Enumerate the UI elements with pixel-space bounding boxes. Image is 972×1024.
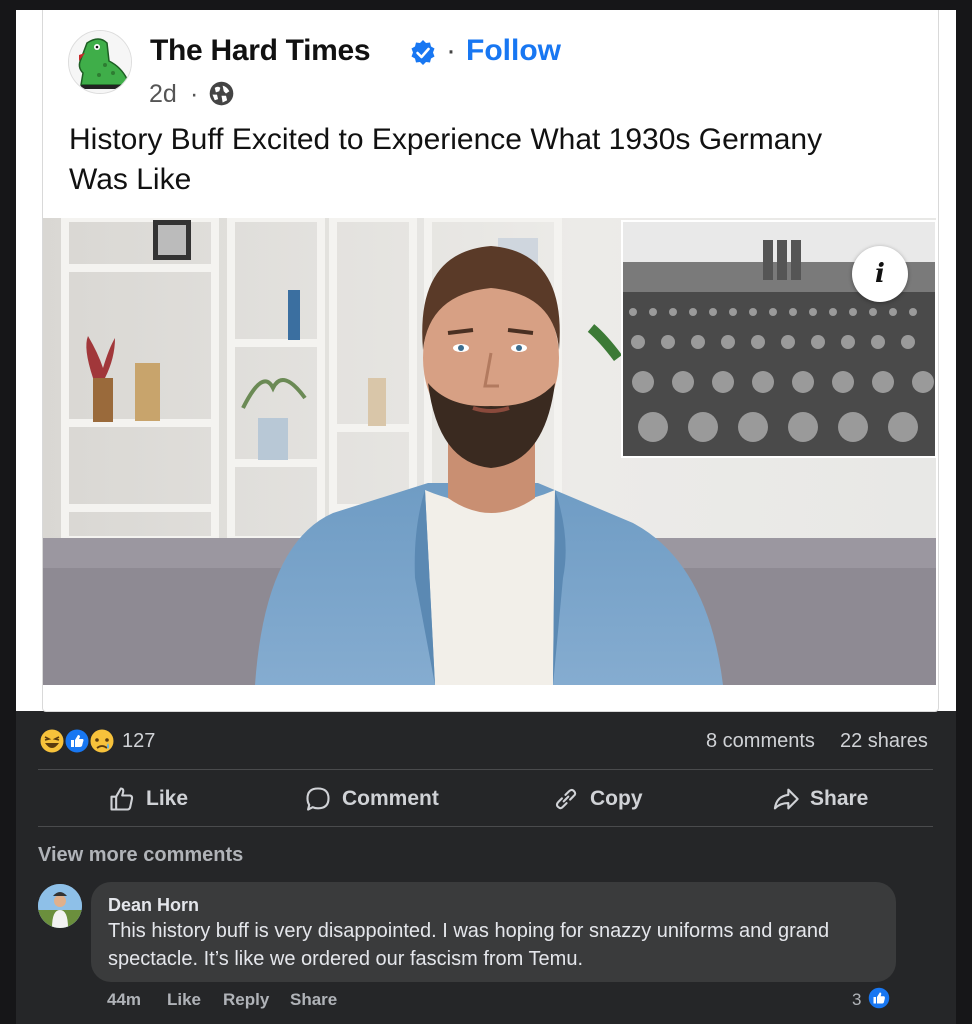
post-frame: The Hard Times · Follow 2d · History Buf…: [16, 10, 956, 1024]
comment-share-button[interactable]: Share: [290, 990, 337, 1010]
verified-badge-icon: [411, 40, 435, 65]
comment-like-button[interactable]: Like: [167, 990, 201, 1010]
separator-dot: ·: [190, 80, 199, 108]
comment-time[interactable]: 44m: [107, 990, 141, 1010]
profile-photo: [38, 884, 82, 928]
link-icon: [555, 788, 577, 810]
avatar[interactable]: [38, 884, 82, 928]
reaction-icons[interactable]: [38, 726, 130, 756]
haha-emoji-icon: [38, 727, 66, 755]
copy-button[interactable]: Copy: [552, 782, 643, 816]
divider: [38, 826, 933, 827]
post-time[interactable]: 2d: [149, 80, 177, 109]
page-name[interactable]: The Hard Times: [150, 34, 371, 68]
sad-emoji-icon: [88, 727, 116, 755]
copy-label: Copy: [590, 787, 643, 810]
post-content-area: The Hard Times · Follow 2d · History Buf…: [16, 10, 956, 712]
share-arrow-icon: [773, 788, 799, 810]
comment-label: Comment: [342, 787, 439, 810]
page-avatar[interactable]: [68, 30, 132, 94]
comment-bubble-icon: [306, 787, 330, 811]
reaction-count[interactable]: 127: [122, 730, 155, 753]
like-label: Like: [146, 787, 189, 810]
comments-count[interactable]: 8 comments: [706, 730, 815, 753]
info-button[interactable]: i: [852, 246, 908, 302]
comment-reply-button[interactable]: Reply: [223, 990, 269, 1010]
like-button[interactable]: Like: [108, 782, 188, 816]
separator-dot: ·: [446, 34, 456, 67]
like-reaction-icon: [867, 986, 891, 1010]
dinosaur-logo-icon: [69, 31, 131, 93]
share-label: Share: [810, 787, 869, 810]
post-headline[interactable]: History Buff Excited to Experience What …: [69, 120, 829, 200]
shares-count[interactable]: 22 shares: [840, 730, 928, 753]
globe-icon: [209, 81, 234, 106]
share-button[interactable]: Share: [772, 782, 868, 816]
divider: [38, 769, 933, 770]
comment-button[interactable]: Comment: [304, 782, 439, 816]
like-emoji-icon: [63, 727, 91, 755]
follow-button[interactable]: Follow: [466, 34, 561, 68]
thumbs-up-icon: [110, 787, 134, 811]
view-more-comments-link[interactable]: View more comments: [38, 844, 243, 867]
comment-like-count[interactable]: 3: [852, 990, 861, 1010]
comment-author[interactable]: Dean Horn: [108, 895, 199, 916]
comment-text: This history buff is very disappointed. …: [108, 920, 830, 970]
